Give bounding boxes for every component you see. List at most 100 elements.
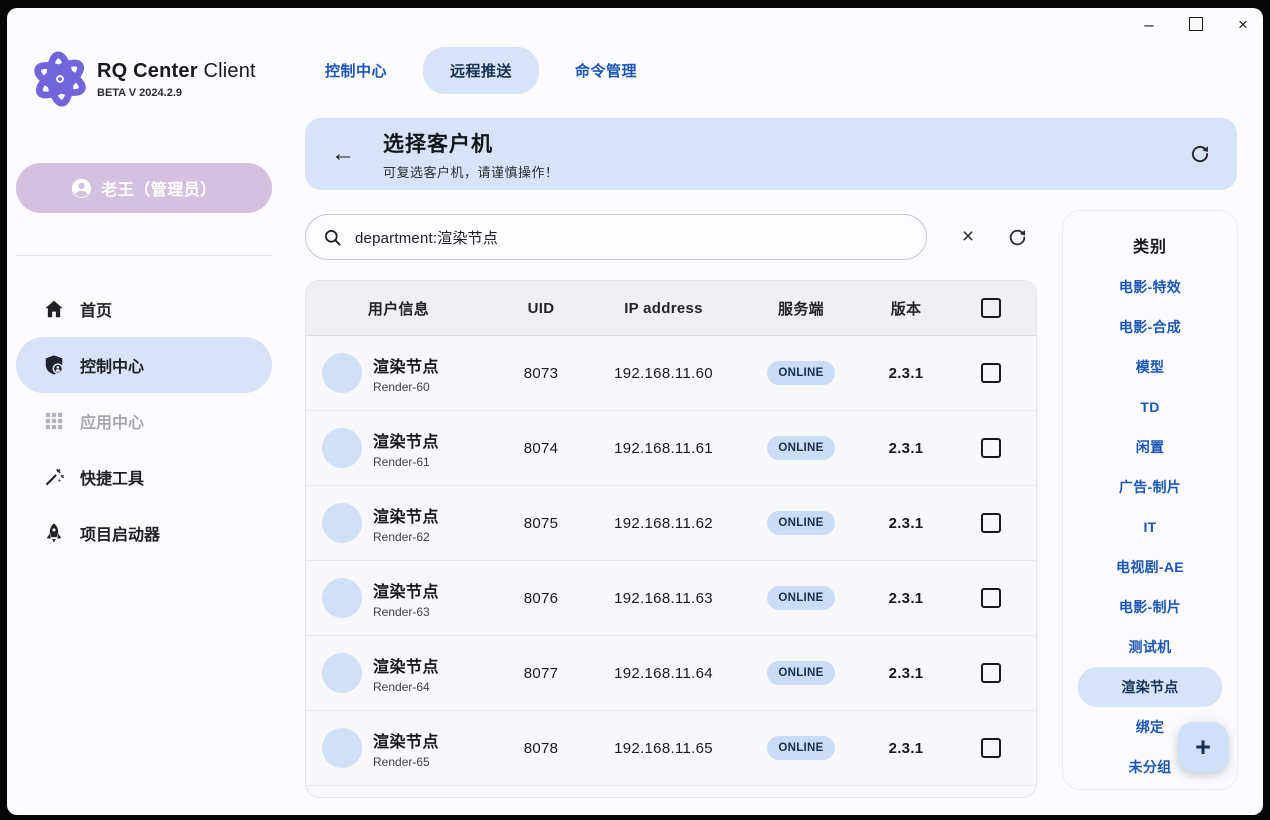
client-hostname: Render-65 [373,755,439,769]
row-checkbox[interactable] [981,438,1001,458]
table-row[interactable]: 渲染节点 Render-63 8076 192.168.11.63 ONLINE… [306,561,1036,636]
avatar [322,578,362,618]
rocket-icon [43,522,65,544]
sidebar-item-label: 项目启动器 [80,521,160,545]
client-hostname: Render-61 [373,455,439,469]
clear-search-icon[interactable]: × [951,214,985,260]
sidebar-item-label: 控制中心 [80,353,144,377]
maximize-button[interactable] [1189,17,1203,31]
back-arrow-icon[interactable]: ← [331,142,355,166]
client-name: 渲染节点 [373,353,439,377]
category-item[interactable]: 测试机 [1078,627,1222,667]
category-item[interactable]: 广告-制片 [1078,467,1222,507]
sidebar-menu: 首页 控制中心 应用中心 [16,281,272,561]
app-title: RQ Center Client [97,60,256,83]
client-hostname: Render-62 [373,530,439,544]
app-logo-atom-icon [29,48,91,110]
shield-user-icon [43,354,65,376]
avatar [322,353,362,393]
client-ip: 192.168.11.64 [591,665,736,682]
refresh-icon[interactable] [1189,143,1211,165]
client-version: 2.3.1 [866,740,946,757]
select-client-banner: ← 选择客户机 可复选客户机，请谨慎操作！ [305,118,1237,190]
client-uid: 8077 [491,665,591,682]
row-checkbox[interactable] [981,663,1001,683]
search-input[interactable]: department:渲染节点 [305,214,927,260]
sidebar-item-control-center[interactable]: 控制中心 [16,337,272,393]
tab-remote-push[interactable]: 远程推送 [423,47,539,94]
table-row[interactable]: 渲染节点 Render-60 8073 192.168.11.60 ONLINE… [306,336,1036,411]
col-server: 服务端 [736,298,866,319]
client-uid: 8075 [491,515,591,532]
row-checkbox[interactable] [981,738,1001,758]
status-badge: ONLINE [767,436,834,460]
grid-icon [43,410,65,432]
table-row[interactable]: 渲染节点 Render-61 8074 192.168.11.61 ONLINE… [306,411,1036,486]
client-name: 渲染节点 [373,428,439,452]
page-subtitle: 可复选客户机，请谨慎操作！ [383,162,559,181]
category-item[interactable]: 电影-合成 [1078,307,1222,347]
client-ip: 192.168.11.62 [591,515,736,532]
table-row[interactable]: 渲染节点 Render-62 8075 192.168.11.62 ONLINE… [306,486,1036,561]
client-ip: 192.168.11.63 [591,590,736,607]
category-item[interactable]: TD [1078,387,1222,427]
avatar [322,428,362,468]
table-row[interactable]: 渲染节点 Render-65 8078 192.168.11.65 ONLINE… [306,711,1036,786]
tab-command-management[interactable]: 命令管理 [575,60,637,81]
client-uid: 8073 [491,365,591,382]
search-query-text: department:渲染节点 [355,227,498,248]
tab-control-center[interactable]: 控制中心 [325,60,387,81]
client-name: 渲染节点 [373,503,439,527]
window-controls: – × [1141,10,1251,38]
sidebar-item-label: 首页 [80,297,112,321]
minimize-button[interactable]: – [1141,16,1157,33]
row-checkbox[interactable] [981,513,1001,533]
sidebar-item-quick-tools[interactable]: 快捷工具 [16,449,272,505]
status-badge: ONLINE [767,661,834,685]
client-name: 渲染节点 [373,653,439,677]
client-ip: 192.168.11.60 [591,365,736,382]
user-name-label: 老王（管理员） [101,176,217,200]
row-checkbox[interactable] [981,588,1001,608]
client-version: 2.3.1 [866,665,946,682]
client-hostname: Render-64 [373,680,439,694]
client-ip: 192.168.11.65 [591,740,736,757]
category-item-active[interactable]: 渲染节点 [1078,667,1222,707]
sidebar-divider [16,255,272,256]
category-item[interactable]: 模型 [1078,347,1222,387]
refresh-list-icon[interactable] [999,214,1035,260]
col-uid: UID [491,300,591,317]
user-icon [71,178,92,199]
magic-wand-icon [43,466,65,488]
close-button[interactable]: × [1235,16,1251,33]
category-item[interactable]: 电影-特效 [1078,267,1222,307]
category-item[interactable]: 电影-制片 [1078,587,1222,627]
top-nav: 控制中心 远程推送 命令管理 [325,48,637,92]
banner-text: 选择客户机 可复选客户机，请谨慎操作！ [383,128,559,181]
select-all-checkbox[interactable] [981,298,1001,318]
category-item[interactable]: 闲置 [1078,427,1222,467]
sidebar-item-app-center: 应用中心 [16,393,272,449]
client-table: 用户信息 UID IP address 服务端 版本 渲染节点 Render-6… [305,280,1037,798]
col-user-info: 用户信息 [306,298,491,319]
sidebar-item-label: 应用中心 [80,409,144,433]
row-checkbox[interactable] [981,363,1001,383]
col-version: 版本 [866,298,946,319]
client-version: 2.3.1 [866,440,946,457]
category-panel-title: 类别 [1133,227,1167,263]
client-name: 渲染节点 [373,728,439,752]
sidebar-item-project-launcher[interactable]: 项目启动器 [16,505,272,561]
category-item[interactable]: IT [1078,507,1222,547]
client-version: 2.3.1 [866,365,946,382]
status-badge: ONLINE [767,586,834,610]
page-title: 选择客户机 [383,128,559,158]
category-item[interactable]: 电视剧-AE [1078,547,1222,587]
sidebar-item-label: 快捷工具 [80,465,144,489]
app-version: BETA V 2024.2.9 [97,87,256,99]
client-hostname: Render-60 [373,380,439,394]
sidebar-item-home[interactable]: 首页 [16,281,272,337]
add-category-button[interactable]: + [1178,722,1228,772]
user-badge[interactable]: 老王（管理员） [16,163,272,213]
client-ip: 192.168.11.61 [591,440,736,457]
table-row[interactable]: 渲染节点 Render-64 8077 192.168.11.64 ONLINE… [306,636,1036,711]
